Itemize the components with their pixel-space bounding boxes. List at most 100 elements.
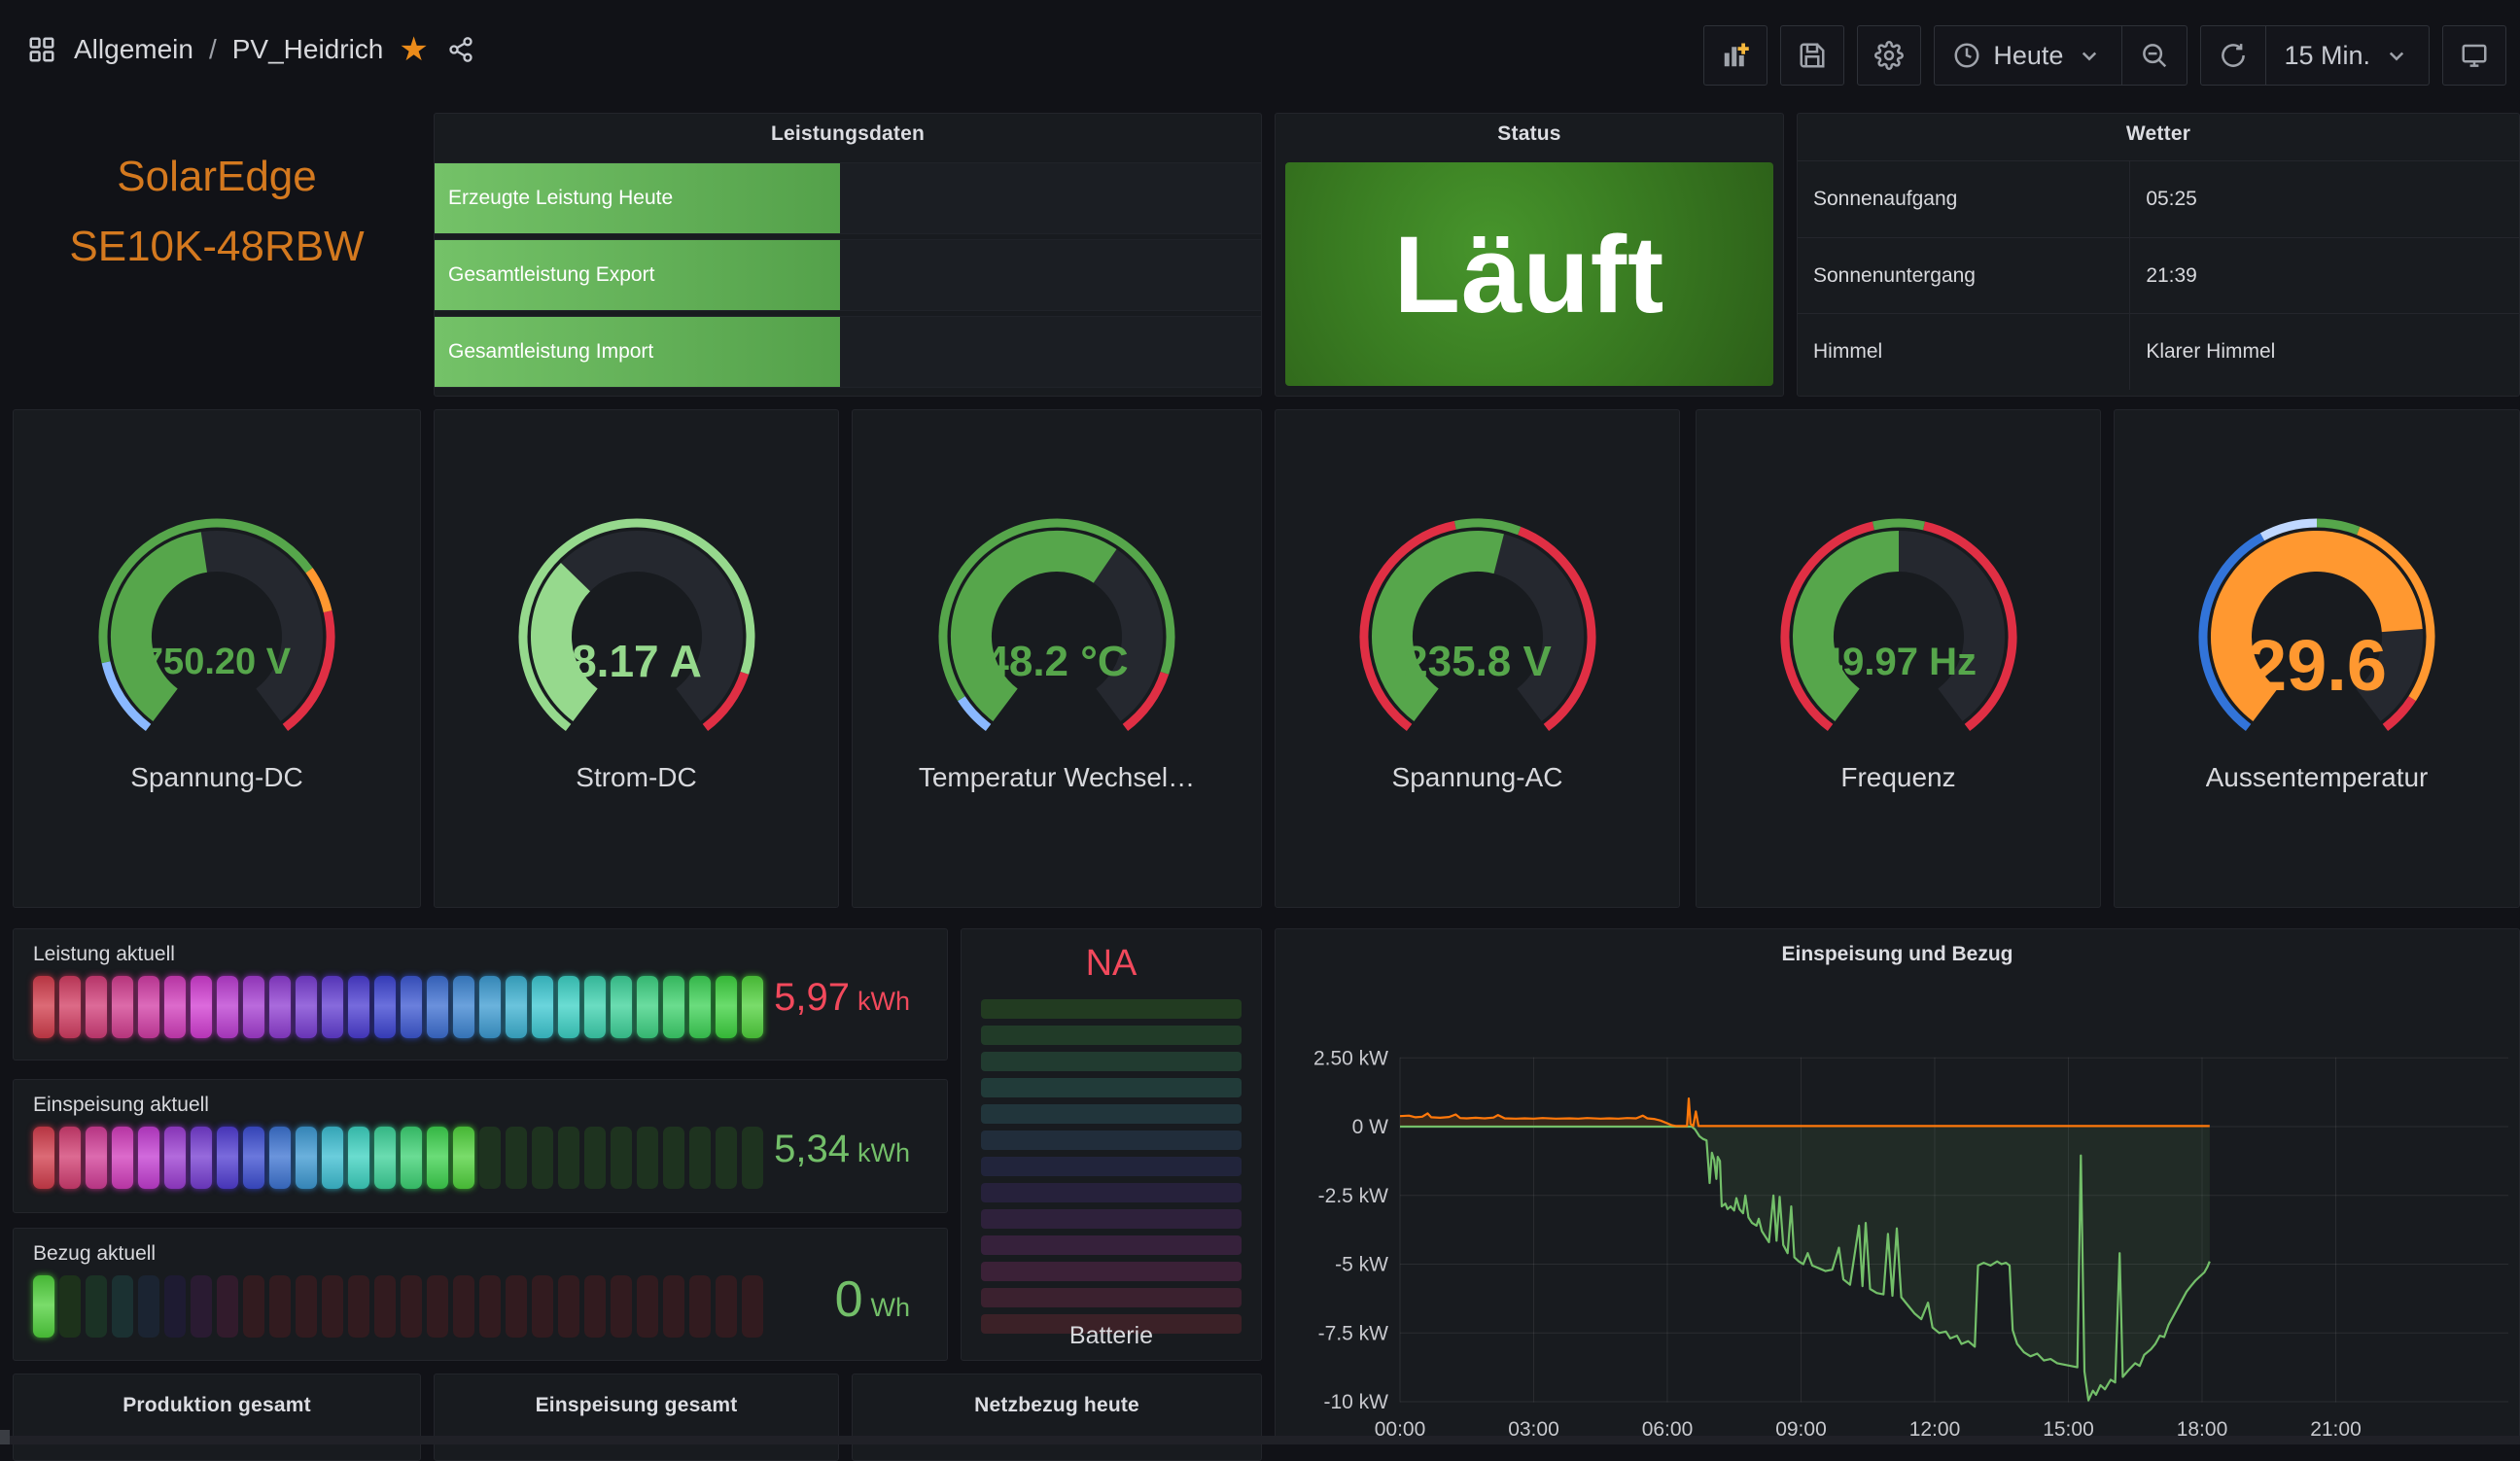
led-cell [86, 1127, 107, 1189]
zoom-out-button[interactable] [2121, 26, 2187, 85]
led-cell [663, 1275, 684, 1338]
svg-text:750.20 V: 750.20 V [143, 642, 292, 682]
led-cell [506, 1275, 527, 1338]
led-cell [716, 1275, 737, 1338]
add-panel-button[interactable] [1703, 25, 1768, 86]
led-cell [479, 976, 501, 1038]
led-cell [322, 976, 343, 1038]
leistung-aktuell-panel: Leistung aktuell 5,97kWh [13, 928, 948, 1061]
led-cell [558, 976, 579, 1038]
einspeisung-bezug-chart-panel: Einspeisung und Bezug 2.50 kW0 W-2.5 kW-… [1275, 928, 2520, 1444]
panel-title[interactable]: Produktion gesamt [14, 1374, 420, 1437]
save-dashboard-button[interactable] [1780, 25, 1844, 86]
breadcrumb-dashboard[interactable]: PV_Heidrich [232, 34, 384, 65]
apps-grid-icon[interactable] [25, 33, 58, 66]
led-cell [296, 1127, 317, 1189]
led-cell [217, 1127, 238, 1189]
settings-gear-button[interactable] [1857, 25, 1921, 86]
led-cell [59, 1127, 81, 1189]
panel-title[interactable]: Wetter [1798, 114, 2519, 155]
value-cell [840, 240, 1262, 310]
led-cell [164, 1127, 186, 1189]
value-cell [840, 317, 1262, 387]
gauge-title: Spannung-DC [130, 762, 302, 793]
row-label: Sonnenaufgang [1798, 188, 2129, 211]
toolbar: Heute [1703, 25, 2506, 86]
favorite-star-icon[interactable]: ★ [399, 33, 428, 66]
refresh-interval-button[interactable]: 15 Min. [2265, 26, 2429, 85]
panel-title[interactable]: Bezug aktuell [33, 1242, 156, 1266]
battery-bar [981, 1157, 1242, 1176]
led-cell [427, 1127, 448, 1189]
panel-title[interactable]: Netzbezug heute [853, 1374, 1261, 1437]
gauge-aussentemperatur: 29.6 [2171, 515, 2463, 748]
led-cell [322, 1275, 343, 1338]
led-value: 5,97kWh [774, 976, 910, 1020]
led-cell [427, 1275, 448, 1338]
led-cell [374, 1275, 396, 1338]
kiosk-mode-button[interactable] [2442, 25, 2506, 86]
scrollbar-corner [0, 1430, 10, 1444]
chevron-down-icon [2075, 41, 2104, 70]
led-cell [374, 1127, 396, 1189]
led-cell [532, 1275, 553, 1338]
breadcrumb-section[interactable]: Allgemein [74, 34, 193, 65]
led-cell [296, 976, 317, 1038]
led-cell [427, 976, 448, 1038]
led-cell [191, 1275, 212, 1338]
battery-bar [981, 1235, 1242, 1255]
svg-text:48.2 °C: 48.2 °C [985, 638, 1128, 685]
led-cell [59, 976, 81, 1038]
led-cell [86, 1275, 107, 1338]
svg-text:-7.5 kW: -7.5 kW [1318, 1322, 1389, 1344]
led-cell [269, 1275, 291, 1338]
table-row: Gesamtleistung Import [435, 316, 1261, 388]
batterie-panel: NA Batterie [961, 928, 1262, 1361]
bezug-aktuell-panel: Bezug aktuell 0Wh [13, 1228, 948, 1361]
gauge-strom-dc: 8.17 A [491, 515, 783, 748]
svg-text:0 W: 0 W [1352, 1116, 1389, 1138]
svg-text:-2.5 kW: -2.5 kW [1318, 1185, 1389, 1207]
gauge-panel-strom-dc: 8.17 A Strom-DC [434, 409, 839, 908]
refresh-button[interactable] [2201, 26, 2265, 85]
led-cell [584, 1275, 606, 1338]
led-cell [33, 1275, 54, 1338]
led-cell [401, 1127, 422, 1189]
led-cell [689, 1275, 711, 1338]
led-bar-gauge [33, 976, 763, 1038]
time-range-picker: Heute [1934, 25, 2188, 86]
panel-title[interactable]: Einspeisung aktuell [33, 1094, 209, 1117]
led-cell [506, 1127, 527, 1189]
gradient-cell: Gesamtleistung Import [435, 317, 840, 387]
battery-bar [981, 1026, 1242, 1045]
table-row: Sonnenuntergang 21:39 [1798, 237, 2519, 314]
led-cell [269, 1127, 291, 1189]
led-cell [217, 1275, 238, 1338]
panel-title[interactable]: Status [1276, 114, 1783, 155]
header-bar: Allgemein / PV_Heidrich ★ [0, 0, 2520, 107]
table-row: Erzeugte Leistung Heute [435, 162, 1261, 234]
battery-bar [981, 1104, 1242, 1124]
einspeisung-gesamt-panel: Einspeisung gesamt [434, 1374, 839, 1461]
breadcrumb-separator: / [209, 34, 217, 65]
panel-title[interactable]: Leistungsdaten [435, 114, 1261, 155]
led-cell [637, 1275, 658, 1338]
battery-bar [981, 1288, 1242, 1307]
leistungsdaten-panel: Leistungsdaten Erzeugte Leistung Heute G… [434, 113, 1262, 397]
gradient-cell: Gesamtleistung Export [435, 240, 840, 310]
battery-bar [981, 999, 1242, 1019]
led-cell [164, 976, 186, 1038]
time-range-button[interactable]: Heute [1935, 26, 2121, 85]
share-icon[interactable] [444, 33, 477, 66]
gauge-panel-aussentemperatur: 29.6 Aussentemperatur [2114, 409, 2520, 908]
panel-title[interactable]: Leistung aktuell [33, 943, 175, 966]
led-cell [33, 976, 54, 1038]
timeseries-chart: 2.50 kW0 W-2.5 kW-5 kW-7.5 kW-10 kW00:00… [1276, 929, 2519, 1444]
led-cell [584, 1127, 606, 1189]
row-value: Klarer Himmel [2129, 314, 2519, 390]
led-cell [138, 1127, 159, 1189]
panel-title[interactable]: Einspeisung gesamt [435, 1374, 838, 1437]
led-value: 0Wh [835, 1270, 910, 1328]
gauge-temperatur: 48.2 °C [911, 515, 1203, 748]
horizontal-scrollbar[interactable] [0, 1436, 2520, 1444]
